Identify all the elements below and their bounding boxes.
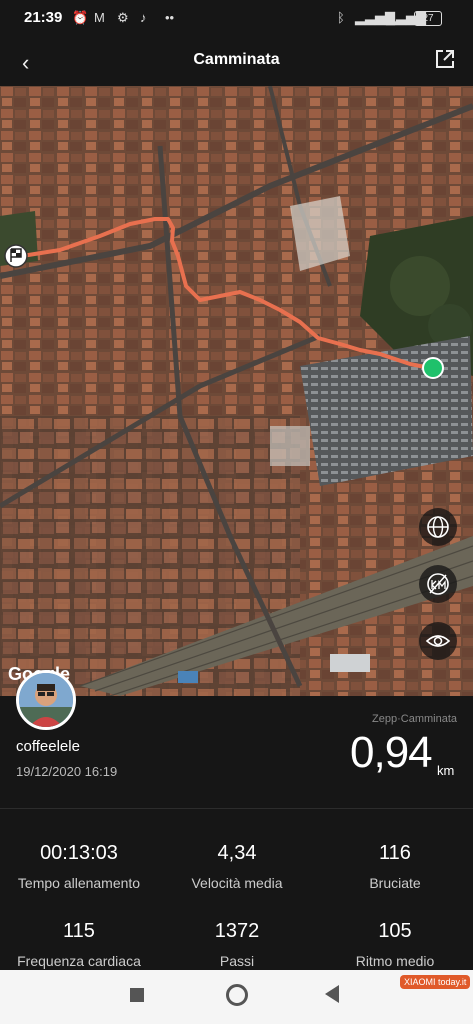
tiktok-icon: ♪ (140, 10, 147, 25)
page-title: Camminata (193, 51, 280, 68)
km-off-icon (427, 573, 449, 595)
mail-icon: M (94, 10, 105, 25)
back-nav-button[interactable] (325, 985, 339, 1003)
share-icon (436, 50, 454, 68)
avatar-photo (19, 673, 73, 727)
clock: 21:39 (24, 9, 63, 26)
recents-button[interactable] (130, 988, 144, 1002)
distance-value: 0,94 (350, 728, 433, 777)
stat-label: Frequenza cardiaca (17, 953, 141, 969)
satellite-map (0, 86, 473, 696)
stat-label: Passi (219, 953, 255, 969)
username: coffeelele (16, 738, 80, 755)
stat-value: 4,34 (217, 842, 257, 864)
stat-value: 105 (378, 920, 412, 942)
hide-kilometer-button[interactable] (419, 565, 457, 603)
share-button[interactable] (434, 48, 456, 75)
alarm-icon: ⏰ (72, 10, 89, 25)
more-icon: •• (165, 10, 175, 25)
stat-calories: 116 Bruciate (316, 842, 473, 891)
stat-label: Tempo allenamento (17, 875, 141, 891)
stat-label: Ritmo medio (355, 953, 435, 969)
watermark-logo: XIAOMI today.it (400, 975, 471, 989)
stat-average-pace: 105 Ritmo medio (316, 920, 473, 969)
distance-unit: km (437, 763, 455, 778)
gear-icon: ⚙ (117, 10, 129, 25)
activity-date: 19/12/2020 16:19 (16, 764, 118, 779)
avatar[interactable] (16, 670, 76, 730)
source-label: Zepp·Camminata (372, 713, 457, 725)
home-button[interactable] (226, 984, 248, 1006)
route-map[interactable] (0, 86, 473, 696)
divider (0, 808, 473, 809)
stat-heart-rate: 115 Frequenza cardiaca (0, 920, 158, 969)
start-marker (422, 357, 444, 379)
view-button[interactable] (419, 622, 457, 660)
stat-label: Bruciate (369, 875, 421, 891)
status-bar: 21:39 ⏰ M ⚙ ♪ •• ᛒ ▂▃▅▇ ▂▃▅▇ 27 (0, 0, 473, 36)
eye-icon (425, 635, 451, 647)
stat-value: 00:13:03 (40, 842, 118, 864)
globe-icon (427, 516, 449, 538)
stat-steps: 1372 Passi (158, 920, 316, 969)
bluetooth-icon: ᛒ (337, 10, 345, 25)
stat-value: 116 (379, 842, 411, 864)
stat-value: 1372 (214, 920, 260, 942)
stat-value: 115 (63, 920, 95, 942)
map-layer-button[interactable] (419, 508, 457, 546)
stat-training-time: 00:13:03 Tempo allenamento (0, 842, 158, 891)
stat-average-speed: 4,34 Velocità media (158, 842, 316, 891)
stat-label: Velocità media (191, 875, 283, 891)
battery-indicator: 27 (414, 11, 442, 26)
title-bar: ‹ Camminata (0, 36, 473, 86)
